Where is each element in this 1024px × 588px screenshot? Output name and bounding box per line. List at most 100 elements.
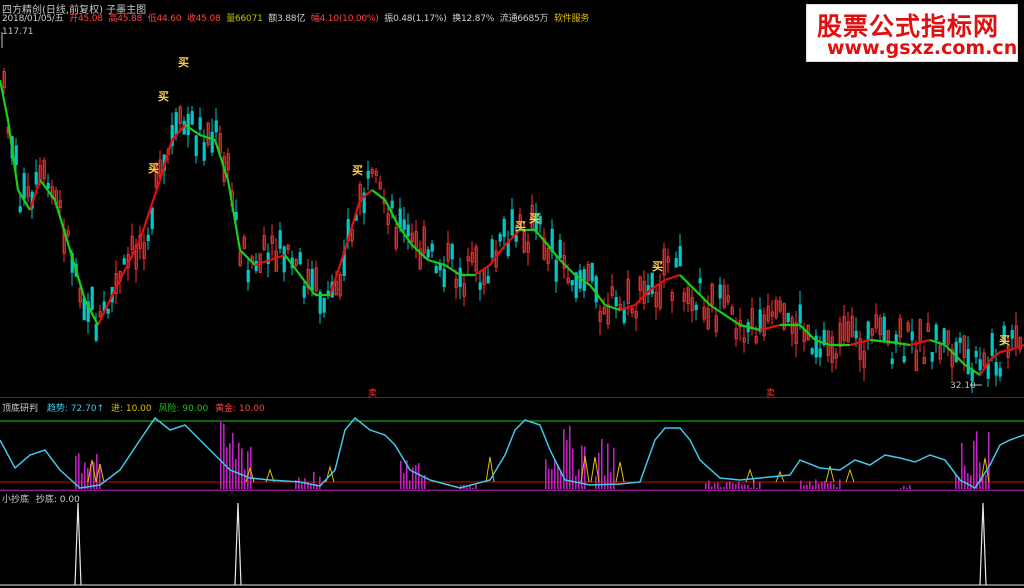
max-price-label: 117.71 (2, 27, 34, 37)
candle-body (302, 285, 306, 298)
indicator2-value: 抄底: 0.00 (35, 495, 80, 505)
indicator-bar (319, 476, 321, 490)
indicator1-trend: 趋势: 72.70↑ (46, 404, 105, 414)
indicator2-name: 小抄底 (2, 495, 30, 505)
indicator-bar (238, 442, 240, 490)
candle-body (186, 114, 190, 136)
indicator1-name: 顶底研判 (2, 404, 39, 414)
indicator-bar (235, 459, 237, 490)
candle-body (506, 242, 510, 257)
indicator-bar (220, 420, 222, 490)
indicator-bar (967, 473, 969, 490)
bottom-signal-spike (979, 502, 987, 586)
candle-body (146, 234, 150, 242)
indicator-bar (554, 459, 556, 490)
candle-body (310, 268, 314, 291)
indicator-spike (745, 468, 755, 483)
indicator-bar (572, 448, 574, 490)
buy-signal-mark: 买 (529, 212, 540, 225)
indicator-bar (607, 443, 609, 490)
indicator-bar (557, 465, 559, 490)
panel-divider-1 (0, 397, 1024, 398)
candle-body (554, 259, 558, 282)
candle-body (698, 278, 702, 284)
candle-body (718, 284, 722, 299)
indicator-bar (578, 469, 580, 490)
buy-signal-mark: 买 (652, 260, 663, 273)
indicator-bar (313, 471, 315, 490)
sell-signal-mark: 卖 (766, 389, 776, 399)
indicator-bar (604, 475, 606, 490)
candle-body (650, 272, 654, 294)
indicator-bar (548, 468, 550, 490)
indicator-bar (610, 472, 612, 490)
candle-body (570, 280, 574, 286)
indicator-bar (595, 476, 597, 490)
candle-body (202, 142, 206, 161)
candle-body (190, 111, 194, 125)
candle-body (478, 282, 482, 290)
indicator-bar (403, 473, 405, 490)
price-chart[interactable] (0, 0, 1024, 588)
candle-body (930, 351, 934, 362)
indicator-bar (970, 475, 972, 490)
candle-body (46, 182, 50, 189)
indicator-bar (566, 440, 568, 490)
indicator-bars (75, 420, 990, 490)
indicator-bar (976, 431, 978, 490)
candle-body (442, 268, 446, 288)
candle-body (994, 361, 998, 376)
indicator-bar (84, 462, 86, 490)
bottom-signal-spikes (0, 502, 1024, 586)
candle-body (18, 206, 22, 213)
indicator-bar (229, 443, 231, 490)
candle-body (434, 265, 438, 274)
candle-body (882, 316, 886, 342)
candle-body (406, 224, 410, 237)
candle-body (402, 219, 406, 230)
indicator-bar (964, 465, 966, 490)
indicator-bar (241, 448, 243, 490)
candle-body (150, 207, 154, 229)
indicator-bar (415, 465, 417, 490)
indicator-bar (563, 429, 565, 490)
ma-line-down (0, 79, 981, 376)
indicator-bar (961, 442, 963, 490)
candle-body (1010, 330, 1014, 339)
candle-body (558, 239, 562, 259)
candle-body (498, 233, 502, 242)
indicator-bar (247, 451, 249, 490)
bottom-signal-spike (234, 502, 242, 586)
candle-body (198, 117, 202, 130)
indicator1-enter: 进: 10.00 (110, 404, 152, 414)
candle-body (174, 112, 178, 136)
panel-divider-2 (0, 489, 1024, 490)
candle-body (210, 131, 214, 153)
sell-signal-mark: 卖 (368, 389, 378, 399)
candle-body (966, 349, 970, 375)
indicator-spike (845, 468, 855, 483)
candle-body (502, 218, 506, 237)
indicator-bar (96, 453, 98, 490)
candle-body (430, 243, 434, 252)
candle-body (398, 208, 402, 229)
candle-body (942, 328, 946, 344)
buy-signal-mark: 买 (999, 334, 1010, 347)
indicator-bar (545, 459, 547, 490)
indicator-bar (979, 462, 981, 490)
candle-body (282, 246, 286, 273)
candle-body (974, 350, 978, 358)
candle-body (490, 239, 494, 258)
indicator-bar (223, 423, 225, 490)
indicator-bar (226, 447, 228, 490)
candle-body (266, 252, 270, 265)
candle-body (990, 333, 994, 356)
candle-body (194, 135, 198, 157)
candle-body (122, 258, 126, 265)
buy-signal-mark: 买 (158, 90, 169, 103)
indicator-bar (244, 469, 246, 490)
candle-body (758, 309, 762, 332)
buy-signal-mark: 买 (178, 56, 189, 69)
candle-body (902, 356, 906, 363)
indicator1-gold: 黄金: 10.00 (215, 404, 265, 414)
